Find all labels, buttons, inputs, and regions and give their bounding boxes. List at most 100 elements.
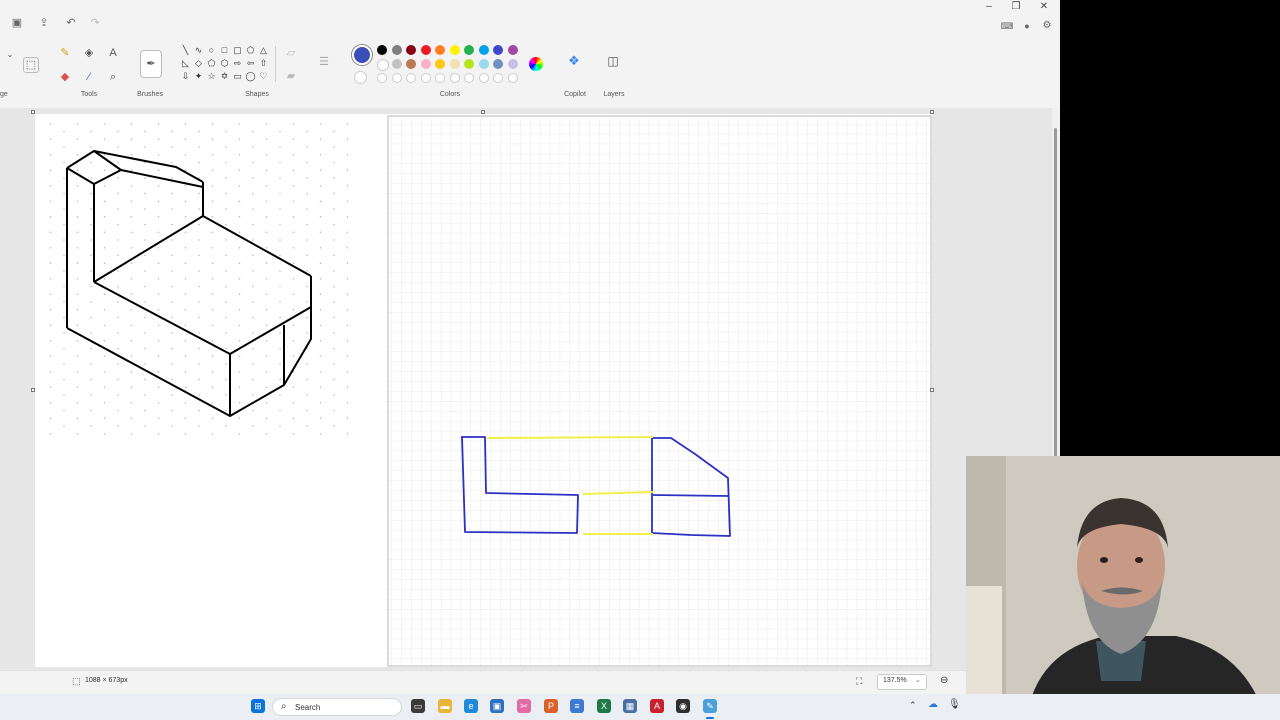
custom-color-slot[interactable]	[449, 73, 460, 83]
primary-color-swatch[interactable]	[352, 45, 372, 65]
rounded-rectangle-shape-icon[interactable]: ▢	[232, 45, 243, 56]
right-arrow-shape-icon[interactable]: ⇨	[232, 58, 243, 69]
speech-bubble-oval-icon[interactable]: ◯	[245, 71, 256, 82]
chrome-icon[interactable]: ◉	[676, 699, 690, 713]
taskbar-search[interactable]: ⌕ Search	[272, 698, 402, 716]
onedrive-icon[interactable]: ☁	[928, 699, 938, 710]
color-swatch-880015[interactable]	[406, 45, 416, 55]
resize-handle-left[interactable]	[31, 388, 35, 392]
scrollbar-thumb[interactable]	[1054, 128, 1057, 458]
color-swatch-ffffff[interactable]	[377, 59, 389, 71]
microphone-icon[interactable]: 🎙	[948, 699, 961, 710]
color-swatch-ed1c24[interactable]	[420, 45, 431, 55]
start-windows-icon[interactable]: ⊞	[251, 699, 265, 713]
color-swatch-7f7f7f[interactable]	[391, 45, 402, 55]
resize-handle-top-right[interactable]	[930, 110, 934, 114]
store-icon[interactable]: ▣	[490, 699, 504, 713]
resize-handle-top[interactable]	[481, 110, 485, 114]
color-swatch-7092be[interactable]	[493, 59, 503, 69]
color-swatch-b97a57[interactable]	[406, 59, 416, 69]
snipping-tool-icon[interactable]: ✂	[517, 699, 531, 713]
custom-color-slot[interactable]	[478, 73, 489, 83]
color-swatch-fff200[interactable]	[449, 45, 460, 55]
undo-icon[interactable]: ↶	[64, 16, 78, 30]
select-icon[interactable]: ⬚	[23, 57, 39, 73]
color-picker-icon[interactable]: ⁄	[82, 70, 96, 84]
color-swatch-c3c3c3[interactable]	[391, 59, 402, 69]
resize-handle-top-left[interactable]	[31, 110, 35, 114]
save-icon[interactable]: ▣	[10, 16, 24, 30]
fill-icon[interactable]: ▰	[284, 69, 298, 83]
excel-icon[interactable]: X	[597, 699, 611, 713]
minimize-button[interactable]: –	[976, 0, 1002, 14]
custom-color-slot[interactable]	[406, 73, 416, 83]
color-swatch-a349a4[interactable]	[507, 45, 518, 55]
drawing-canvas[interactable]	[35, 114, 932, 667]
color-swatch-b5e61d[interactable]	[464, 59, 474, 69]
notepad-icon[interactable]: ≡	[570, 699, 584, 713]
custom-color-slot[interactable]	[507, 73, 518, 83]
shapes-more-icon[interactable]: ☰	[317, 55, 331, 69]
up-arrow-shape-icon[interactable]: ⇧	[258, 58, 269, 69]
custom-color-slot[interactable]	[391, 73, 402, 83]
custom-color-slot[interactable]	[377, 73, 387, 83]
task-view-icon[interactable]: ▭	[411, 699, 425, 713]
paint-app-icon[interactable]: ✎	[703, 699, 717, 713]
color-swatch-22b14c[interactable]	[464, 45, 474, 55]
custom-color-slot[interactable]	[435, 73, 445, 83]
down-arrow-shape-icon[interactable]: ⇩	[180, 71, 191, 82]
diamond-shape-icon[interactable]: ◇	[193, 58, 204, 69]
color-swatch-ffaec9[interactable]	[420, 59, 431, 69]
pentagon-shape-icon[interactable]: ⬠	[206, 58, 217, 69]
text-icon[interactable]: A	[106, 46, 120, 60]
color-swatch-ff7f27[interactable]	[435, 45, 445, 55]
chevron-up-icon[interactable]: ⌃	[909, 700, 917, 711]
calculator-icon[interactable]: ▦	[623, 699, 637, 713]
fill-bucket-icon[interactable]: ◈	[82, 46, 96, 60]
restore-button[interactable]: ❐	[1003, 0, 1029, 14]
redo-icon[interactable]: ↷	[88, 16, 102, 30]
feedback-icon[interactable]: ⌨	[1000, 19, 1014, 33]
oval-shape-icon[interactable]: ○	[206, 45, 217, 56]
color-swatch-99d9ea[interactable]	[478, 59, 489, 69]
eraser-icon[interactable]: ◆	[58, 70, 72, 84]
six-point-star-icon[interactable]: ✡	[219, 71, 230, 82]
custom-color-slot[interactable]	[420, 73, 431, 83]
polygon-shape-icon[interactable]: ⬠	[245, 45, 256, 56]
file-explorer-icon[interactable]: ▬	[438, 699, 452, 713]
five-point-star-icon[interactable]: ☆	[206, 71, 217, 82]
triangle-shape-icon[interactable]: △	[258, 45, 269, 56]
speech-bubble-rect-icon[interactable]: ▭	[232, 71, 243, 82]
four-point-star-icon[interactable]: ✦	[193, 71, 204, 82]
settings-gear-icon[interactable]: ⚙	[1040, 19, 1054, 33]
hexagon-shape-icon[interactable]: ⬡	[219, 58, 230, 69]
color-swatch-3f48cc[interactable]	[493, 45, 503, 55]
chevron-down-icon[interactable]: ⌄	[3, 48, 17, 62]
right-triangle-shape-icon[interactable]: ◺	[180, 58, 191, 69]
color-swatch-00a2e8[interactable]	[478, 45, 489, 55]
brush-icon[interactable]: ✒	[140, 50, 162, 78]
line-shape-icon[interactable]: ╲	[180, 45, 191, 56]
custom-color-slot[interactable]	[464, 73, 474, 83]
zoom-out-icon[interactable]: ⊖	[940, 675, 948, 686]
layers-icon[interactable]: ◫	[606, 54, 620, 68]
close-button[interactable]: ✕	[1031, 0, 1057, 14]
fit-to-window-icon[interactable]: ⛶	[856, 676, 862, 687]
powerpoint-icon[interactable]: P	[544, 699, 558, 713]
heart-shape-icon[interactable]: ♡	[258, 71, 269, 82]
resize-handle-right[interactable]	[930, 388, 934, 392]
magnifier-icon[interactable]: ⌕	[106, 70, 120, 84]
outline-icon[interactable]: ▱	[284, 46, 298, 60]
curve-shape-icon[interactable]: ∿	[193, 45, 204, 56]
color-swatch-efe4b0[interactable]	[449, 59, 460, 69]
color-swatch-ffc90e[interactable]	[435, 59, 445, 69]
color-swatch-c8bfe7[interactable]	[507, 59, 518, 69]
edge-browser-icon[interactable]: e	[464, 699, 478, 713]
rectangle-shape-icon[interactable]: □	[219, 45, 230, 56]
pencil-icon[interactable]: ✎	[58, 46, 72, 60]
account-icon[interactable]: ●	[1020, 19, 1034, 33]
copilot-icon[interactable]: ❖	[567, 54, 581, 68]
acrobat-icon[interactable]: A	[650, 699, 664, 713]
edit-colors-icon[interactable]	[529, 57, 543, 71]
left-arrow-shape-icon[interactable]: ⇦	[245, 58, 256, 69]
